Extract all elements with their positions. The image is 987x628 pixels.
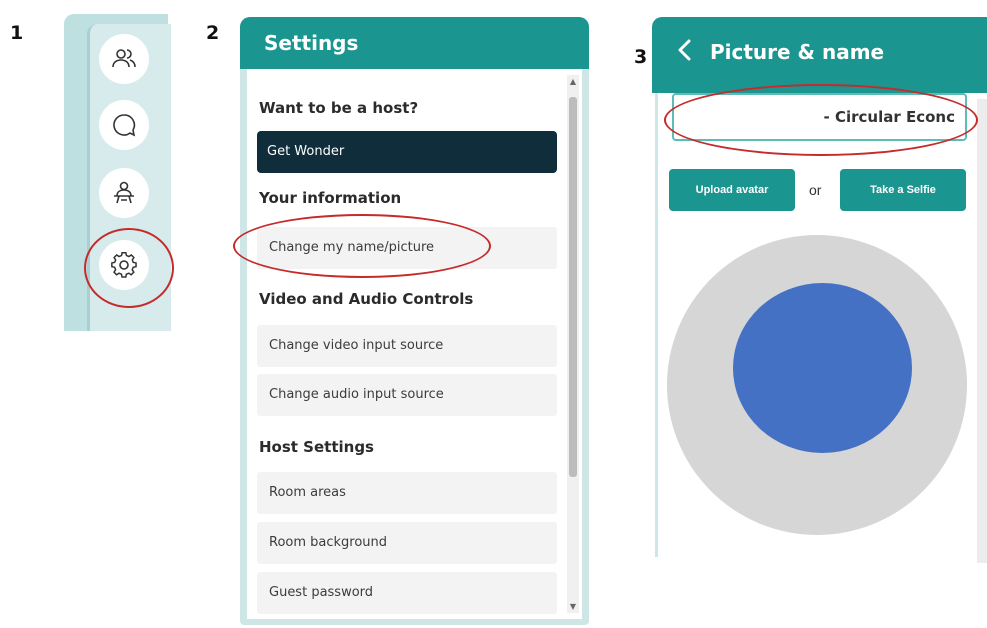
settings-highlight-ring <box>84 228 174 308</box>
room-areas-item[interactable]: Room areas <box>257 472 557 514</box>
want-host-heading: Want to be a host? <box>259 99 419 117</box>
scroll-thumb[interactable] <box>569 97 577 477</box>
picture-title: Picture & name <box>710 40 885 64</box>
people-button[interactable] <box>99 34 149 84</box>
host-button[interactable] <box>99 168 149 218</box>
upload-avatar-button[interactable]: Upload avatar <box>669 169 795 211</box>
settings-title: Settings <box>240 17 589 69</box>
or-label: or <box>809 182 822 198</box>
host-icon <box>114 181 134 204</box>
chat-icon <box>113 114 136 137</box>
scroll-up-arrow-icon[interactable]: ▲ <box>568 77 578 86</box>
avatar-redaction-dot <box>733 283 912 453</box>
step-number-2: 2 <box>206 22 220 44</box>
change-audio-source-item[interactable]: Change audio input source <box>257 374 557 416</box>
take-selfie-button[interactable]: Take a Selfie <box>840 169 966 211</box>
chat-button[interactable] <box>99 100 149 150</box>
step-number-3: 3 <box>634 46 648 68</box>
avatar-preview <box>667 235 967 535</box>
back-chevron-icon[interactable] <box>674 35 694 65</box>
name-input-highlight-ring <box>664 84 978 156</box>
get-wonder-button[interactable]: Get Wonder <box>257 131 557 173</box>
step-number-1: 1 <box>10 22 24 44</box>
video-audio-heading: Video and Audio Controls <box>259 290 474 308</box>
your-information-heading: Your information <box>259 189 402 207</box>
change-video-source-item[interactable]: Change video input source <box>257 325 557 367</box>
settings-panel: Settings Want to be a host? Get Wonder Y… <box>240 17 589 625</box>
picture-scroll-gutter <box>977 99 987 563</box>
change-name-highlight-ring <box>233 214 491 278</box>
guest-password-item[interactable]: Guest password <box>257 572 557 614</box>
room-background-item[interactable]: Room background <box>257 522 557 564</box>
settings-scrollbar[interactable]: ▲ ▼ <box>567 75 579 613</box>
scroll-down-arrow-icon[interactable]: ▼ <box>568 602 578 611</box>
picture-header: Picture & name <box>652 17 987 93</box>
people-icon <box>112 49 136 68</box>
settings-body: Want to be a host? Get Wonder Your infor… <box>247 69 582 619</box>
host-settings-heading: Host Settings <box>259 438 374 456</box>
